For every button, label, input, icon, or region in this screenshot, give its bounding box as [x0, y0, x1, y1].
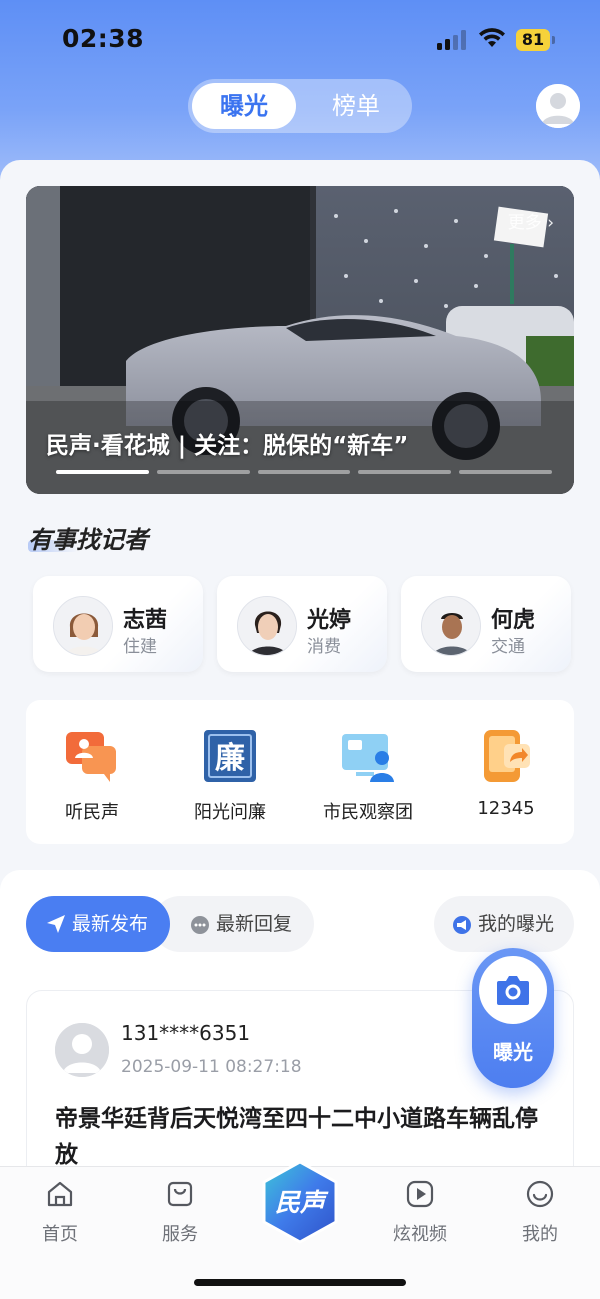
minsheng-logo-text: 民声 [275, 1188, 329, 1217]
quick-item-observers[interactable]: 市民观察团 [308, 724, 428, 824]
fab-label: 曝光 [493, 1040, 533, 1064]
observer-icon [342, 734, 394, 782]
tab-minsheng[interactable]: 民声 [256, 1158, 344, 1246]
wifi-icon [479, 28, 505, 47]
status-bar: 02:38 81 [0, 0, 600, 80]
status-time: 02:38 [62, 24, 145, 53]
user-avatar-button[interactable] [536, 84, 580, 128]
my-exposure-label: 我的曝光 [478, 913, 555, 935]
tab-ranking[interactable]: 榜单 [304, 83, 408, 129]
quick-item-label: 市民观察团 [323, 802, 413, 823]
quick-item-12345[interactable]: 12345 [446, 724, 566, 824]
chat-bubble-icon [191, 916, 209, 934]
phone-share-icon [484, 730, 530, 782]
banner-more-link[interactable]: 更多 › [508, 208, 554, 233]
send-icon [47, 915, 65, 933]
reporter-beat: 消费 [307, 637, 341, 657]
quick-item-label: 阳光问廉 [194, 802, 266, 823]
tab-label: 首页 [42, 1224, 78, 1245]
tab-services[interactable]: 服务 [130, 1178, 230, 1246]
reporter-card[interactable]: 光婷 消费 [217, 576, 387, 672]
minsheng-logo-icon: 民声 [262, 1160, 338, 1244]
pagination-dot [459, 470, 552, 474]
quick-menu: 听民声 廉 阳光问廉 市民观察团 12345 [26, 700, 574, 844]
reporter-name: 志茜 [123, 608, 168, 633]
tab-label: 炫视频 [393, 1224, 447, 1245]
pagination-dot [56, 470, 149, 474]
chat-people-icon [66, 732, 116, 782]
reporter-card[interactable]: 何虎 交通 [401, 576, 571, 672]
tab-videos[interactable]: 炫视频 [370, 1178, 470, 1246]
pagination-dot [156, 470, 250, 474]
news-banner[interactable]: 更多 › 民声·看花城 | 关注：脱保的“新车” [26, 186, 574, 494]
pagination-dot [358, 470, 452, 474]
lian-icon: 廉 [204, 730, 256, 782]
post-timestamp: 2025-09-11 08:27:18 [121, 1057, 302, 1077]
reporters-section-title: 有事找记者 [28, 526, 148, 554]
tab-label: 最新回复 [216, 913, 293, 935]
header-segmented-control: 曝光 榜单 [188, 79, 412, 133]
megaphone-icon [453, 916, 471, 934]
reporter-name: 光婷 [307, 608, 352, 633]
reporter-photo [237, 596, 297, 656]
smiley-icon [526, 1180, 554, 1208]
reporter-card[interactable]: 志茜 住建 [33, 576, 203, 672]
camera-icon [497, 976, 529, 1005]
fab-icon-circle [479, 956, 547, 1024]
tab-latest-replies[interactable]: 最新回复 [152, 896, 314, 952]
post-avatar [55, 1023, 109, 1077]
home-indicator [194, 1279, 406, 1286]
exposure-fab[interactable]: 曝光 [472, 948, 554, 1088]
banner-title: 民声·看花城 | 关注：脱保的“新车” [46, 433, 409, 459]
reporter-beat: 住建 [123, 637, 157, 657]
battery-indicator: 81 [516, 29, 550, 51]
quick-item-label: 听民声 [65, 802, 119, 823]
quick-item-integrity[interactable]: 廉 阳光问廉 [170, 724, 290, 824]
quick-item-listen[interactable]: 听民声 [32, 724, 152, 824]
reporter-beat: 交通 [491, 637, 525, 657]
reporter-photo [53, 596, 113, 656]
tab-label: 服务 [162, 1224, 198, 1245]
cellular-signal-icon [437, 30, 469, 50]
lian-glyph: 廉 [215, 741, 245, 776]
tab-label: 我的 [522, 1224, 558, 1245]
shopping-bag-icon [167, 1181, 193, 1207]
pagination-dot [257, 470, 351, 474]
default-avatar-icon [55, 1023, 109, 1077]
home-icon [47, 1181, 73, 1207]
banner-pagination [56, 470, 552, 474]
quick-item-label: 12345 [477, 798, 535, 819]
tab-mine[interactable]: 我的 [490, 1178, 590, 1246]
tab-label: 最新发布 [72, 913, 149, 935]
tab-exposure[interactable]: 曝光 [192, 83, 296, 129]
tab-home[interactable]: 首页 [10, 1178, 110, 1246]
tab-latest-posts[interactable]: 最新发布 [26, 896, 170, 952]
post-author: 131****6351 [121, 1021, 251, 1045]
default-avatar-icon [536, 84, 580, 128]
video-play-icon [406, 1180, 434, 1208]
my-exposure-button[interactable]: 我的曝光 [434, 896, 574, 952]
reporter-name: 何虎 [491, 608, 536, 633]
battery-cap [552, 36, 555, 44]
reporter-photo [421, 596, 481, 656]
